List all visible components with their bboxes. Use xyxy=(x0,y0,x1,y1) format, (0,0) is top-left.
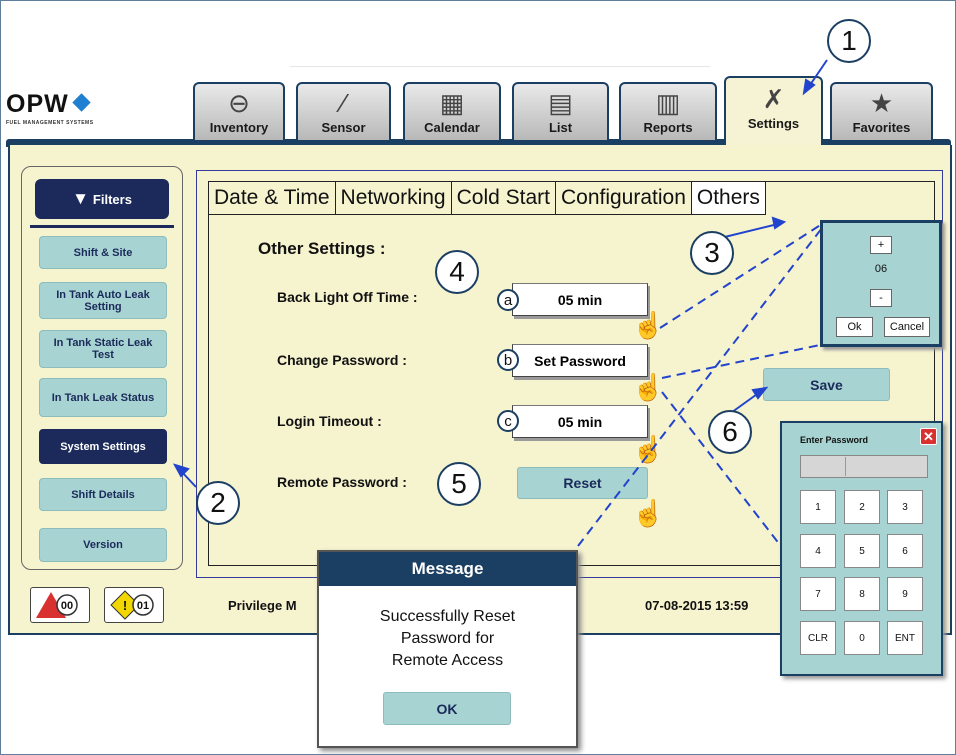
stepper-ok-button[interactable]: Ok xyxy=(836,317,873,337)
callout-4: 4 xyxy=(435,250,479,294)
decrement-button[interactable]: - xyxy=(870,289,892,307)
key-8[interactable]: 8 xyxy=(844,577,880,611)
message-dialog: Message Successfully Reset Password for … xyxy=(317,550,578,748)
message-title: Message xyxy=(319,552,576,586)
callout-3: 3 xyxy=(690,231,734,275)
callout-1: 1 xyxy=(827,19,871,63)
message-line-2: Password for xyxy=(400,630,495,647)
message-ok-button[interactable]: OK xyxy=(383,692,511,725)
key-2[interactable]: 2 xyxy=(844,490,880,524)
backlight-stepper-popup: + 06 - Ok Cancel xyxy=(820,220,942,347)
keypad-title: Enter Password xyxy=(800,435,869,445)
callout-5: 5 xyxy=(437,462,481,506)
password-keypad: Enter Password ✕ 1 2 3 4 5 6 7 8 9 CLR 0… xyxy=(780,421,943,676)
key-4[interactable]: 4 xyxy=(800,534,836,568)
callout-6: 6 xyxy=(708,410,752,454)
key-clear[interactable]: CLR xyxy=(800,621,836,655)
key-3[interactable]: 3 xyxy=(887,490,923,524)
key-6[interactable]: 6 xyxy=(887,534,923,568)
message-line-3: Remote Access xyxy=(391,652,504,669)
stepper-value: 06 xyxy=(874,263,888,275)
key-enter[interactable]: ENT xyxy=(887,621,923,655)
key-1[interactable]: 1 xyxy=(800,490,836,524)
increment-button[interactable]: + xyxy=(870,236,892,254)
callout-2: 2 xyxy=(196,481,240,525)
key-7[interactable]: 7 xyxy=(800,577,836,611)
key-9[interactable]: 9 xyxy=(887,577,923,611)
message-line-1: Successfully Reset xyxy=(379,608,516,625)
key-0[interactable]: 0 xyxy=(844,621,880,655)
stepper-cancel-button[interactable]: Cancel xyxy=(884,317,930,337)
password-input[interactable] xyxy=(800,455,928,478)
display-divider xyxy=(845,457,846,476)
close-icon[interactable]: ✕ xyxy=(920,428,937,445)
key-5[interactable]: 5 xyxy=(844,534,880,568)
